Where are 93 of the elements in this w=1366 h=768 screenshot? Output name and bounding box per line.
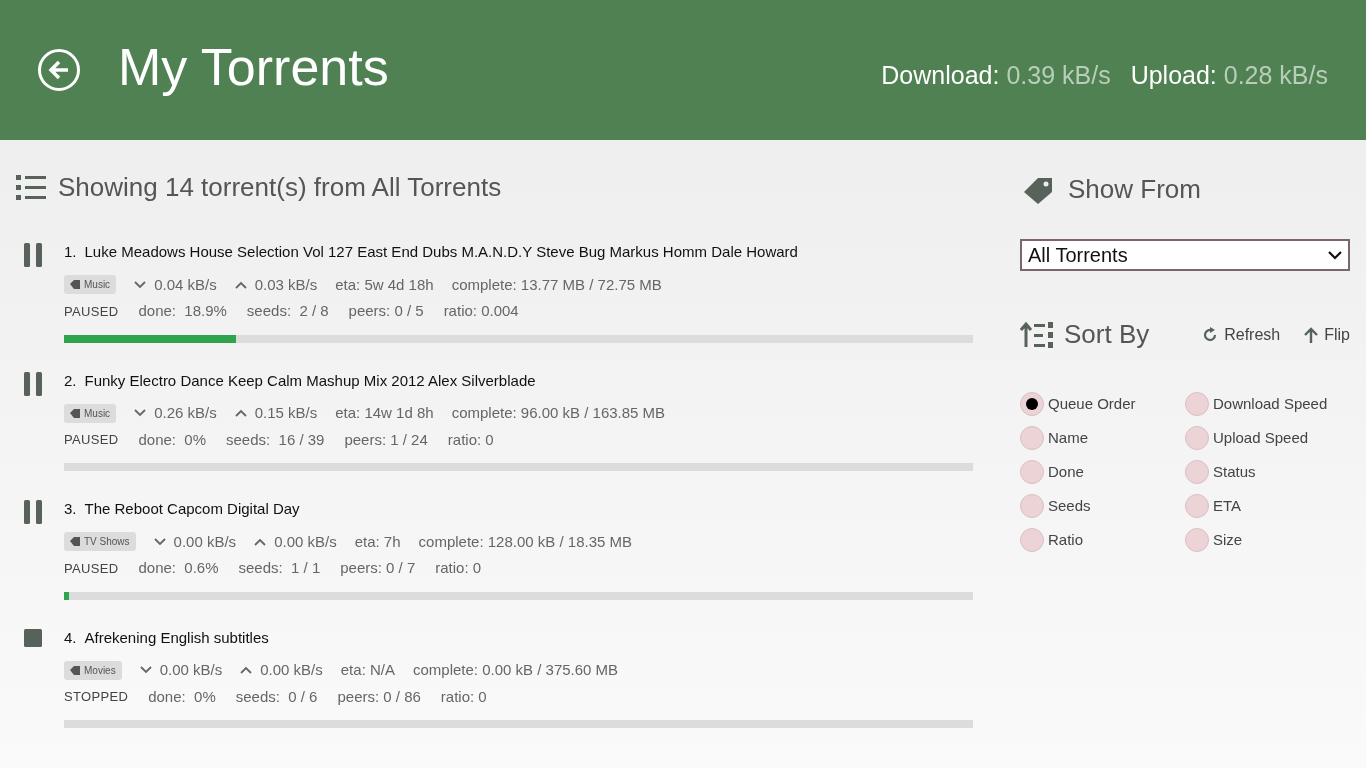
done-text: done: 0%: [138, 429, 206, 450]
category-tag: Movies: [64, 660, 122, 680]
chevron-down-icon: [1328, 250, 1342, 260]
status-text: PAUSED: [64, 431, 119, 449]
upload-speed: 0.15 kB/s: [254, 403, 318, 423]
stop-icon[interactable]: [24, 628, 42, 647]
status-text: PAUSED: [64, 302, 119, 321]
upload-speed: 0.00 kB/s: [274, 531, 337, 552]
ratio-text: ratio: 0: [447, 429, 494, 450]
sort-option[interactable]: Seeds: [1020, 494, 1185, 518]
radio-button[interactable]: [1020, 426, 1044, 450]
eta-text: eta: 7h: [354, 531, 401, 552]
upload-speed: 0.03 kB/s: [254, 274, 318, 295]
sort-by-heading: Sort By: [1064, 318, 1150, 351]
sort-icon: [1020, 320, 1054, 349]
back-arrow-icon: [48, 60, 70, 80]
pause-icon[interactable]: [24, 500, 42, 524]
up-arrow-icon: [1304, 326, 1319, 343]
download-speed: 0.26 kB/s: [154, 403, 217, 423]
peers-text: peers: 0 / 5: [348, 301, 424, 321]
upload-speed: 0.00 kB/s: [260, 660, 323, 680]
torrent-number: 4.: [64, 627, 77, 648]
eta-text: eta: 5w 4d 18h: [335, 274, 434, 295]
done-text: done: 0%: [148, 686, 216, 707]
list-heading: Showing 14 torrent(s) from All Torrents: [58, 171, 502, 204]
download-rate: Download: 0.39 kB/s: [881, 60, 1111, 92]
torrent-number: 2.: [64, 370, 77, 391]
page-title: My Torrents: [118, 37, 389, 98]
complete-text: complete: 96.00 kB / 163.85 MB: [451, 403, 666, 423]
tag-icon: [70, 280, 80, 290]
seeds-text: seeds: 0 / 6: [235, 686, 318, 707]
pause-icon[interactable]: [24, 243, 42, 267]
category-tag: Music: [64, 403, 117, 423]
done-text: done: 18.9%: [138, 301, 227, 321]
back-button[interactable]: [38, 49, 80, 91]
radio-button[interactable]: [1020, 528, 1044, 552]
sort-option[interactable]: Upload Speed: [1185, 426, 1350, 450]
download-speed: 0.00 kB/s: [159, 660, 223, 680]
peers-text: peers: 0 / 7: [340, 558, 416, 578]
sort-option[interactable]: Download Speed: [1185, 392, 1350, 416]
seeds-text: seeds: 2 / 8: [246, 301, 329, 321]
tag-icon: [1024, 175, 1054, 204]
tag-icon: [70, 665, 80, 675]
download-speed: 0.00 kB/s: [173, 531, 237, 552]
radio-button[interactable]: [1185, 426, 1209, 450]
category-tag: Music: [64, 275, 117, 295]
eta-text: eta: N/A: [340, 660, 395, 680]
upload-rate: Upload: 0.28 kB/s: [1130, 60, 1328, 92]
show-from-heading: Show From: [1068, 173, 1201, 206]
radio-button[interactable]: [1185, 528, 1209, 552]
sort-option[interactable]: ETA: [1185, 494, 1350, 518]
list-icon: [16, 174, 46, 201]
complete-text: complete: 13.77 MB / 72.75 MB: [451, 274, 662, 295]
ratio-text: ratio: 0: [440, 686, 487, 707]
radio-button[interactable]: [1020, 392, 1044, 416]
refresh-button[interactable]: Refresh: [1202, 322, 1281, 347]
sort-option[interactable]: Queue Order: [1020, 392, 1185, 416]
sort-option[interactable]: Done: [1020, 460, 1185, 484]
sort-option[interactable]: Status: [1185, 460, 1350, 484]
radio-button[interactable]: [1185, 494, 1209, 518]
status-text: PAUSED: [64, 559, 119, 578]
sort-option[interactable]: Ratio: [1020, 528, 1185, 552]
category-tag: TV Shows: [64, 532, 136, 552]
torrent-name[interactable]: Luke Meadows House Selection Vol 127 East End Dubs M.A.N.D.Y Steve Bug Markus Homm Dale Howard: [84, 241, 798, 264]
complete-text: complete: 128.00 kB / 18.35 MB: [418, 531, 632, 552]
pause-icon[interactable]: [24, 371, 42, 396]
radio-button[interactable]: [1185, 392, 1209, 416]
torrent-name[interactable]: Funky Electro Dance Keep Calm Mashup Mix 2012 Alex Silverblade: [84, 369, 536, 392]
tag-icon: [70, 537, 80, 547]
torrent-number: 3.: [64, 499, 77, 519]
status-text: STOPPED: [64, 688, 129, 706]
eta-text: eta: 14w 1d 8h: [335, 403, 434, 423]
radio-button[interactable]: [1020, 494, 1044, 518]
download-speed: 0.04 kB/s: [154, 274, 217, 295]
torrent-number: 1.: [64, 242, 77, 262]
complete-text: complete: 0.00 kB / 375.60 MB: [413, 660, 619, 680]
radio-button[interactable]: [1020, 460, 1044, 484]
seeds-text: seeds: 16 / 39: [226, 429, 325, 450]
refresh-icon: [1202, 326, 1219, 343]
flip-button[interactable]: Flip: [1304, 322, 1350, 347]
sort-option[interactable]: Name: [1020, 426, 1185, 450]
ratio-text: ratio: 0.004: [443, 301, 519, 321]
tag-icon: [70, 408, 80, 418]
torrent-name[interactable]: Afrekening English subtitles: [84, 626, 269, 649]
radio-button[interactable]: [1185, 460, 1209, 484]
done-text: done: 0.6%: [138, 558, 219, 578]
peers-text: peers: 0 / 86: [337, 686, 421, 707]
sort-option[interactable]: Size: [1185, 528, 1350, 552]
ratio-text: ratio: 0: [435, 558, 482, 578]
torrent-name[interactable]: The Reboot Capcom Digital Day: [84, 498, 300, 521]
seeds-text: seeds: 1 / 1: [238, 558, 321, 578]
peers-text: peers: 1 / 24: [344, 429, 428, 450]
source-dropdown[interactable]: All Torrents: [1020, 239, 1350, 271]
